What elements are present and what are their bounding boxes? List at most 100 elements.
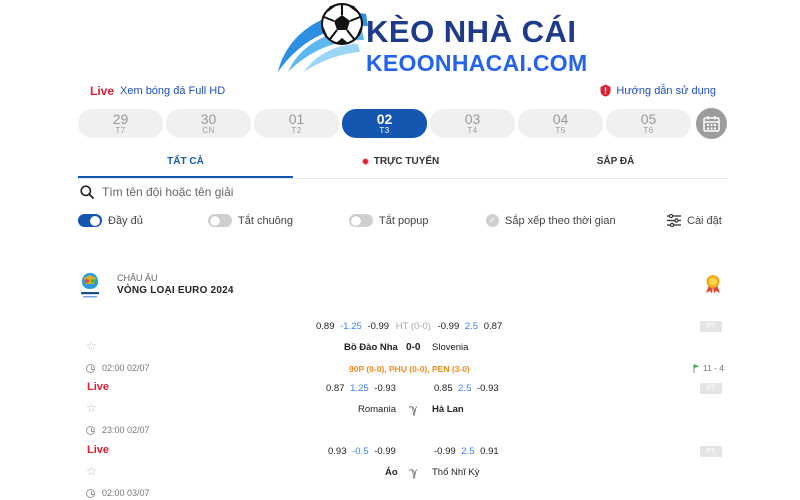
toggle-sort-by-time[interactable]: ✓ Sắp xếp theo thời gian (486, 214, 616, 227)
date-day: 04 (552, 111, 569, 127)
tab-live[interactable]: TRỰC TUYẾN (293, 150, 508, 178)
odds-value: -0.99 (437, 321, 460, 332)
kickoff-time: 23:00 02/07 (102, 425, 150, 435)
extra-time-result: 90P (0-0), PHỤ (0-0), PEN (3-0) (349, 364, 470, 374)
tab-divider (78, 178, 728, 179)
odds-total: 0.85 2.5 -0.93 (434, 383, 499, 394)
live-label: Live (87, 444, 110, 456)
match-row[interactable]: 0.89 -1.25 -0.99 HT (0-0) -0.99 2.5 0.87… (78, 318, 728, 380)
date-weekday: T6 (643, 126, 654, 135)
toggle-disable-popup[interactable]: Tắt popup (349, 214, 429, 227)
corner-flag-icon (693, 363, 700, 373)
tab-label: TRỰC TUYẾN (373, 156, 440, 167)
euro-2024-logo-icon (81, 273, 99, 298)
total-line: 2.5 (464, 321, 479, 332)
corner-count: 11 - 4 (702, 363, 724, 373)
handicap-line: -0.5 (352, 446, 369, 457)
odds-value: 0.87 (483, 321, 503, 332)
sliders-icon (667, 214, 681, 227)
handicap-line: -1.25 (340, 321, 362, 332)
league-header[interactable]: CHÂU ÂU VÒNG LOẠI EURO 2024 (78, 270, 728, 304)
user-guide-link[interactable]: Hướng dẫn sử dụng (600, 84, 716, 97)
corner-stats: 11 - 4 (693, 363, 724, 373)
match-time: 02:00 02/07 (86, 363, 150, 373)
odds-total: -0.99 2.5 0.91 (434, 446, 499, 457)
date-item[interactable]: 29 T7 (78, 109, 163, 138)
date-day: 01 (288, 111, 305, 127)
toggle-switch-on[interactable] (78, 214, 102, 227)
live-stream-text: Xem bóng đá Full HD (120, 85, 226, 97)
settings-button[interactable]: Cài đặt (667, 214, 722, 227)
toggle-switch-off[interactable] (349, 214, 373, 227)
toggle-full[interactable]: Đầy đủ (78, 214, 143, 227)
odds-handicap: 0.93 -0.5 -0.99 (328, 446, 396, 457)
search-icon (80, 185, 94, 199)
home-team: Bồ Đào Nha (344, 342, 398, 353)
tab-label: TẤT CẢ (167, 156, 204, 167)
league-name: VÒNG LOẠI EURO 2024 (117, 285, 234, 296)
date-item[interactable]: 01 T2 (254, 109, 339, 138)
toggle-label: Sắp xếp theo thời gian (505, 214, 616, 227)
tab-label: SẮP ĐÁ (596, 156, 635, 167)
odds-value: 0.87 (326, 383, 345, 394)
user-guide-text: Hướng dẫn sử dụng (616, 84, 716, 97)
odds-value: 0.85 (434, 383, 453, 394)
tab-upcoming[interactable]: SẮP ĐÁ (508, 150, 723, 178)
odds-value: -0.99 (434, 446, 456, 457)
favorite-star-icon[interactable]: ☆ (86, 339, 97, 353)
handicap-line: 1.25 (350, 383, 369, 394)
odds-value: 0.89 (316, 321, 335, 332)
live-dot-icon (361, 158, 369, 165)
kickoff-time: 02:00 02/07 (102, 363, 150, 373)
check-circle-icon[interactable]: ✓ (486, 214, 499, 227)
live-label: Live (90, 84, 115, 98)
display-options: Đầy đủ Tắt chuông Tắt popup ✓ Sắp xếp th… (78, 212, 728, 230)
logo-title: KÈO NHÀ CÁI (366, 14, 577, 49)
odds-value: -0.99 (367, 321, 390, 332)
toggle-mute-bell[interactable]: Tắt chuông (208, 214, 293, 227)
date-day: 02 (376, 111, 393, 127)
total-line: 2.5 (461, 446, 475, 457)
odds-value: -0.93 (477, 383, 499, 394)
toggle-label: Đầy đủ (108, 214, 143, 227)
calendar-icon (703, 116, 720, 132)
favorite-star-icon[interactable]: ☆ (86, 401, 97, 415)
calendar-button[interactable] (696, 108, 727, 139)
date-day: 30 (200, 111, 217, 127)
date-item[interactable]: 03 T4 (430, 109, 515, 138)
versus-icon: ℽ (409, 465, 418, 479)
toggle-switch-off[interactable] (208, 214, 232, 227)
clock-icon (86, 488, 95, 498)
odds-value: 0.93 (328, 446, 347, 457)
date-day: 29 (112, 111, 129, 127)
date-item[interactable]: 04 T5 (518, 109, 603, 138)
date-item-active[interactable]: 02 T3 (342, 109, 427, 138)
date-weekday: T7 (115, 126, 126, 135)
award-badge-icon (706, 275, 720, 294)
date-weekday: CN (202, 126, 215, 135)
odds-value: 0.91 (480, 446, 499, 457)
date-item[interactable]: 05 T6 (606, 109, 691, 138)
live-stream-link[interactable]: Live Xem bóng đá Full HD (90, 84, 225, 98)
away-team: Hà Lan (432, 404, 464, 415)
soccer-ball-icon (321, 3, 363, 45)
match-row[interactable]: Live 0.93 -0.5 -0.99 -0.99 2.5 0.91 FT ☆… (78, 443, 728, 500)
live-label: Live (87, 381, 110, 393)
date-item[interactable]: 30 CN (166, 109, 251, 138)
date-day: 05 (640, 111, 657, 127)
home-team: Romania (358, 404, 397, 415)
search-input[interactable] (102, 185, 502, 199)
odds-handicap: 0.89 -1.25 -0.99 HT (0-0) -0.99 2.5 0.87 (316, 321, 502, 332)
odds-value: -0.93 (374, 383, 396, 394)
away-team: Slovenia (432, 342, 469, 353)
half-time-score: HT (0-0) (395, 321, 431, 332)
date-weekday: T3 (379, 126, 390, 135)
tab-all[interactable]: TẤT CẢ (78, 150, 293, 178)
home-team: Áo (385, 467, 398, 478)
clock-icon (86, 363, 95, 373)
date-weekday: T2 (291, 126, 302, 135)
match-time: 23:00 02/07 (86, 425, 150, 435)
versus-icon: ℽ (409, 402, 418, 416)
favorite-star-icon[interactable]: ☆ (86, 464, 97, 478)
match-row[interactable]: Live 0.87 1.25 -0.93 0.85 2.5 -0.93 FT ☆… (78, 380, 728, 442)
